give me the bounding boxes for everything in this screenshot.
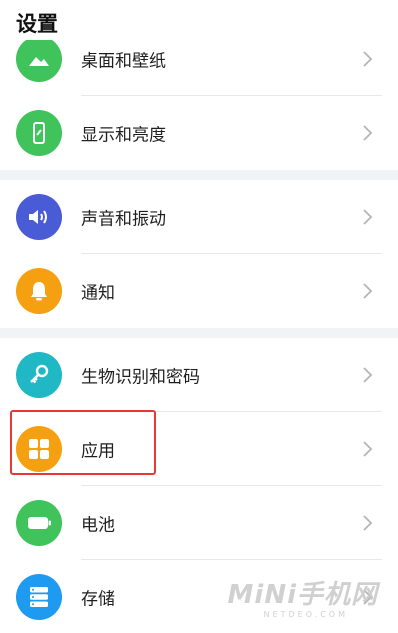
settings-item-label: 生物识别和密码 (81, 367, 200, 388)
settings-item-apps[interactable]: 应用 (0, 412, 398, 486)
battery-icon (16, 500, 62, 546)
settings-item-label: 声音和振动 (81, 209, 166, 230)
settings-item-label: 存储 (81, 589, 115, 610)
settings-item-label: 电池 (81, 515, 115, 536)
wallpaper-icon (16, 36, 62, 82)
phone-brightness-icon (16, 110, 62, 156)
chevron-right-icon (363, 283, 373, 299)
chevron-right-icon (363, 209, 373, 225)
watermark-logo: MiNi手机网 (227, 580, 378, 610)
settings-item-label: 桌面和壁纸 (81, 51, 166, 72)
page-title: 设置 (16, 12, 58, 36)
chevron-right-icon (363, 367, 373, 383)
storage-icon (16, 574, 62, 620)
watermark-sub: NETDEO.COM (263, 610, 348, 619)
app-header: 设置 (0, 0, 398, 40)
settings-item-display[interactable]: 显示和亮度 (0, 96, 398, 170)
section-gap (0, 328, 398, 338)
bell-icon (16, 268, 62, 314)
settings-item-notifications[interactable]: 通知 (0, 254, 398, 328)
settings-item-battery[interactable]: 电池 (0, 486, 398, 560)
chevron-right-icon (363, 125, 373, 141)
chevron-right-icon (363, 51, 373, 67)
settings-item-label: 通知 (81, 283, 115, 304)
settings-item-biometrics[interactable]: 生物识别和密码 (0, 338, 398, 412)
apps-grid-icon (16, 426, 62, 472)
speaker-icon (16, 194, 62, 240)
settings-list: 桌面和壁纸 显示和亮度 声音和振动 通知 生物识别和密码 应用 电池 存储 (0, 0, 398, 633)
settings-item-label: 显示和亮度 (81, 125, 166, 146)
key-icon (16, 352, 62, 398)
settings-item-label: 应用 (81, 441, 115, 462)
section-gap (0, 170, 398, 180)
chevron-right-icon (363, 515, 373, 531)
chevron-right-icon (363, 441, 373, 457)
settings-item-sound[interactable]: 声音和振动 (0, 180, 398, 254)
